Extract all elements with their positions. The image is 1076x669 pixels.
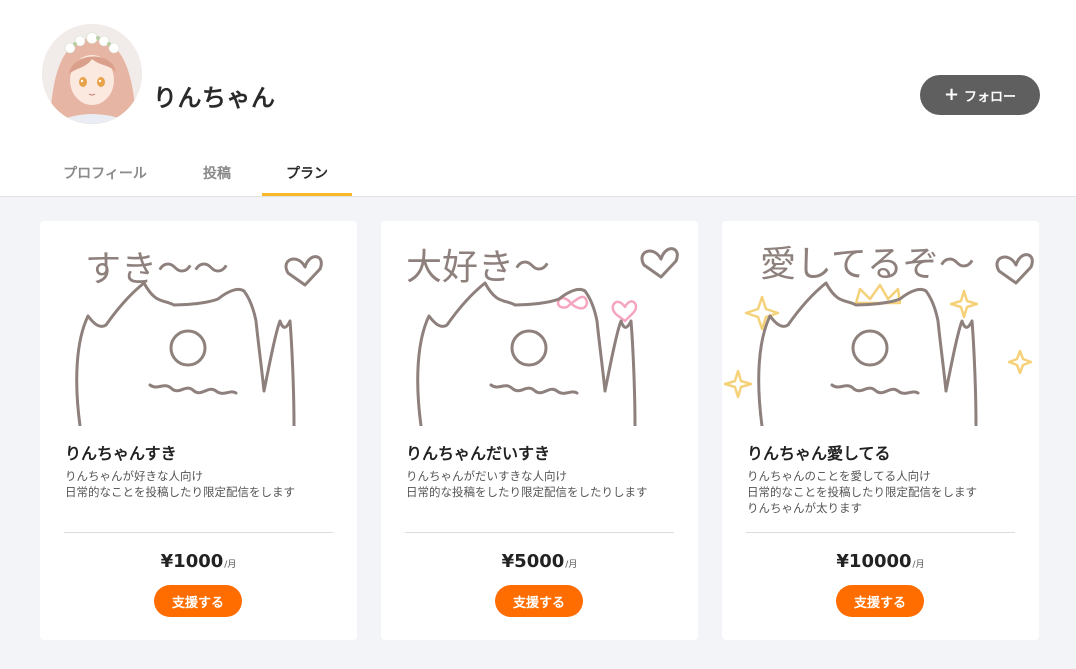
divider: [746, 532, 1015, 533]
plan-description-line: 日常的なことを投稿したり限定配信をします: [747, 485, 977, 499]
plan-illustration: 愛してるぞ〜: [722, 221, 1039, 426]
plan-title: りんちゃん愛してる: [747, 444, 891, 463]
heart-icon: [284, 255, 323, 287]
plus-icon: +: [943, 84, 960, 105]
avatar[interactable]: [42, 24, 142, 124]
plan-title: りんちゃんだいすき: [406, 444, 551, 463]
sparkle-icon: [949, 289, 979, 319]
divider: [64, 532, 333, 533]
tab-plans[interactable]: プラン: [262, 152, 352, 196]
tab-posts[interactable]: 投稿: [202, 152, 232, 196]
divider: [405, 532, 674, 533]
heart-icon: [640, 247, 679, 279]
plan-price-amount: ¥5000: [501, 551, 565, 572]
plan-description: りんちゃんのことを愛してる人向け 日常的なことを投稿したり限定配信をします りん…: [747, 468, 1027, 516]
plan-description-line: 日常的な投稿をしたり限定配信をしたりします: [406, 485, 648, 499]
plan-card: すき〜〜 りんちゃんすき りんちゃんが好きな人向け 日常的なことを投稿したり限定…: [40, 221, 357, 640]
plan-price-unit: /月: [224, 560, 237, 570]
plan-price: ¥10000/月: [722, 551, 1039, 572]
profile-header: りんちゃん + フォロー プロフィール 投稿 プラン: [0, 0, 1076, 197]
support-button[interactable]: 支援する: [495, 585, 583, 617]
plan-description-line: 日常的なことを投稿したり限定配信をします: [65, 485, 295, 499]
follow-button-label: フォロー: [964, 89, 1017, 105]
profile-username: りんちゃん: [153, 84, 276, 112]
plan-description-line: りんちゃんが太ります: [747, 501, 862, 515]
plan-price-unit: /月: [912, 560, 925, 570]
support-button[interactable]: 支援する: [836, 585, 924, 617]
plan-description-line: りんちゃんが好きな人向け: [65, 469, 203, 483]
plan-description: りんちゃんが好きな人向け 日常的なことを投稿したり限定配信をします: [65, 468, 345, 500]
plan-price-amount: ¥1000: [160, 551, 224, 572]
avatar-image: [42, 24, 142, 124]
tab-profile[interactable]: プロフィール: [62, 152, 148, 196]
plan-price-amount: ¥10000: [836, 551, 912, 572]
plan-illustration: すき〜〜: [40, 221, 357, 426]
heart-icon: [611, 300, 638, 323]
plan-price: ¥5000/月: [381, 551, 698, 572]
illustration-caption: 大好き〜: [406, 247, 550, 288]
sparkle-icon: [744, 295, 780, 331]
illustration-caption: すき〜〜: [85, 249, 229, 290]
follow-button[interactable]: + フォロー: [920, 75, 1040, 115]
heart-icon: [995, 253, 1034, 285]
plan-card: 愛してるぞ〜 りんちゃん愛してる りんちゃんのことを愛してる人向け 日常的なこと…: [722, 221, 1039, 640]
sparkle-icon: [723, 369, 753, 399]
plan-price: ¥1000/月: [40, 551, 357, 572]
plan-description-line: りんちゃんがだいすきな人向け: [406, 469, 567, 483]
ribbon-icon: [557, 295, 589, 310]
support-button[interactable]: 支援する: [154, 585, 242, 617]
plan-price-unit: /月: [565, 560, 578, 570]
plan-title: りんちゃんすき: [65, 444, 177, 463]
plan-description-line: りんちゃんのことを愛してる人向け: [747, 469, 931, 483]
plan-card: 大好き〜 りんちゃんだいすき りんちゃんがだいすきな人向け 日常的な投稿をしたり…: [381, 221, 698, 640]
illustration-caption: 愛してるぞ〜: [760, 244, 975, 285]
profile-tabs: プロフィール 投稿 プラン: [0, 152, 600, 196]
plan-illustration: 大好き〜: [381, 221, 698, 426]
sparkle-icon: [1007, 349, 1033, 375]
plan-description: りんちゃんがだいすきな人向け 日常的な投稿をしたり限定配信をしたりします: [406, 468, 686, 500]
